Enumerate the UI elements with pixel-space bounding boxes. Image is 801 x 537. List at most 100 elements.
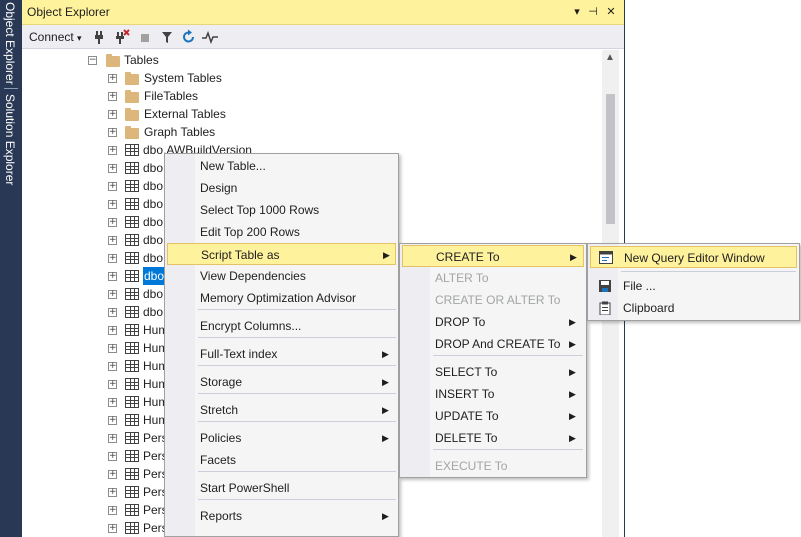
menu-item-drop-to[interactable]: DROP To ▶ xyxy=(402,311,584,333)
table-icon xyxy=(125,180,139,192)
tab-solution-explorer[interactable]: Solution Explorer xyxy=(3,94,17,185)
expand-icon[interactable]: + xyxy=(108,236,117,245)
expand-icon[interactable]: + xyxy=(108,344,117,353)
refresh-icon[interactable] xyxy=(182,29,196,45)
expand-icon[interactable]: + xyxy=(108,524,117,533)
tree-node-label: FileTables xyxy=(144,89,199,103)
expand-icon[interactable]: + xyxy=(108,182,117,191)
menu-item-create-to[interactable]: CREATE To ▶ xyxy=(402,245,584,267)
scrollbar-thumb[interactable] xyxy=(606,94,615,224)
menu-item-label: EXECUTE To xyxy=(435,459,508,473)
expand-icon[interactable]: + xyxy=(108,200,117,209)
tree-node-external-tables[interactable]: + External Tables xyxy=(22,105,602,123)
menu-item-new-query-editor-window[interactable]: New Query Editor Window xyxy=(590,246,797,268)
expand-icon[interactable]: + xyxy=(108,506,117,515)
table-name: dbo xyxy=(143,267,166,285)
folder-icon xyxy=(125,72,139,85)
menu-separator xyxy=(433,449,583,450)
collapse-icon[interactable]: − xyxy=(88,56,97,65)
menu-item-encrypt-columns[interactable]: Encrypt Columns... xyxy=(167,315,396,337)
menu-item-stretch[interactable]: Stretch ▶ xyxy=(167,399,396,421)
filter-icon[interactable] xyxy=(160,29,174,45)
menu-separator xyxy=(433,355,583,356)
auto-hide-pin-icon[interactable]: ⊣ xyxy=(586,4,600,20)
expand-icon[interactable]: + xyxy=(108,308,117,317)
menu-item-select-to[interactable]: SELECT To ▶ xyxy=(402,361,584,383)
tree-node-filetables[interactable]: + FileTables xyxy=(22,87,602,105)
menu-item-label: UPDATE To xyxy=(435,409,499,423)
expand-icon[interactable]: + xyxy=(108,470,117,479)
menu-item-reports[interactable]: Reports ▶ xyxy=(167,505,396,527)
menu-item-delete-to[interactable]: DELETE To ▶ xyxy=(402,427,584,449)
menu-item-label: New Query Editor Window xyxy=(624,251,765,265)
panel-title: Object Explorer xyxy=(27,5,110,19)
expand-icon[interactable]: + xyxy=(108,380,117,389)
submenu-arrow-icon: ▶ xyxy=(569,317,576,327)
side-tab-strip: Object Explorer Solution Explorer xyxy=(0,0,22,537)
connect-button[interactable]: Connect ▾ xyxy=(29,29,82,45)
disconnect-icon[interactable] xyxy=(114,29,130,45)
expand-icon[interactable]: + xyxy=(108,74,117,83)
table-icon xyxy=(125,234,139,246)
menu-item-insert-to[interactable]: INSERT To ▶ xyxy=(402,383,584,405)
menu-item-execute-to: EXECUTE To xyxy=(402,455,584,477)
menu-item-design[interactable]: Design xyxy=(167,177,396,199)
expand-icon[interactable]: + xyxy=(108,110,117,119)
expand-icon[interactable]: + xyxy=(108,326,117,335)
tree-node-tables[interactable]: − Tables xyxy=(22,51,602,69)
menu-item-memory-optimization-advisor[interactable]: Memory Optimization Advisor xyxy=(167,287,396,309)
window-position-dropdown-icon[interactable]: ▾ xyxy=(570,4,584,20)
table-icon xyxy=(125,216,139,228)
expand-icon[interactable]: + xyxy=(108,362,117,371)
expand-icon[interactable]: + xyxy=(108,272,117,281)
expand-icon[interactable]: + xyxy=(108,254,117,263)
expand-icon[interactable]: + xyxy=(108,452,117,461)
menu-item-label: Reports xyxy=(200,509,243,523)
menu-item-script-table-as[interactable]: Script Table as ▶ xyxy=(167,243,396,265)
menu-item-full-text-index[interactable]: Full-Text index ▶ xyxy=(167,343,396,365)
submenu-arrow-icon: ▶ xyxy=(569,367,576,377)
table-icon xyxy=(125,306,139,318)
tree-node-graph-tables[interactable]: + Graph Tables xyxy=(22,123,602,141)
menu-item-storage[interactable]: Storage ▶ xyxy=(167,371,396,393)
menu-item-edit-top-200-rows[interactable]: Edit Top 200 Rows xyxy=(167,221,396,243)
panel-title-bar: Object Explorer ▾ ⊣ ✕ xyxy=(22,0,624,25)
expand-icon[interactable]: + xyxy=(108,218,117,227)
expand-icon[interactable]: + xyxy=(108,416,117,425)
menu-item-policies[interactable]: Policies ▶ xyxy=(167,427,396,449)
menu-item-label: Encrypt Columns... xyxy=(200,319,302,333)
table-icon xyxy=(125,432,139,444)
expand-icon[interactable]: + xyxy=(108,398,117,407)
menu-item-facets[interactable]: Facets xyxy=(167,449,396,471)
menu-separator xyxy=(198,337,396,338)
expand-icon[interactable]: + xyxy=(108,290,117,299)
menu-item-file[interactable]: File ... xyxy=(590,275,797,297)
expand-icon[interactable]: + xyxy=(108,128,117,137)
menu-item-start-powershell[interactable]: Start PowerShell xyxy=(167,477,396,499)
stop-icon[interactable] xyxy=(138,29,152,45)
expand-icon[interactable]: + xyxy=(108,488,117,497)
menu-item-label: Start PowerShell xyxy=(200,481,290,495)
tree-node-system-tables[interactable]: + System Tables xyxy=(22,69,602,87)
menu-item-update-to[interactable]: UPDATE To ▶ xyxy=(402,405,584,427)
menu-item-label: DROP And CREATE To xyxy=(435,337,561,351)
connect-object-explorer-icon[interactable] xyxy=(92,29,106,45)
menu-item-select-top-1000-rows[interactable]: Select Top 1000 Rows xyxy=(167,199,396,221)
tab-object-explorer[interactable]: Object Explorer xyxy=(3,2,17,85)
expand-icon[interactable]: + xyxy=(108,92,117,101)
menu-item-new-table[interactable]: New Table... xyxy=(167,155,396,177)
menu-separator xyxy=(198,471,396,472)
activity-monitor-icon[interactable] xyxy=(202,29,218,45)
scroll-up-arrow-icon[interactable]: ▲ xyxy=(605,52,615,63)
menu-item-drop-and-create-to[interactable]: DROP And CREATE To ▶ xyxy=(402,333,584,355)
menu-item-clipboard[interactable]: Clipboard xyxy=(590,297,797,319)
menu-item-label: Facets xyxy=(200,453,237,467)
menu-separator xyxy=(198,499,396,500)
close-panel-icon[interactable]: ✕ xyxy=(604,4,618,20)
expand-icon[interactable]: + xyxy=(108,434,117,443)
menu-separator xyxy=(198,421,396,422)
expand-icon[interactable]: + xyxy=(108,164,117,173)
menu-item-view-dependencies[interactable]: View Dependencies xyxy=(167,265,396,287)
table-icon xyxy=(125,162,139,174)
expand-icon[interactable]: + xyxy=(108,146,117,155)
